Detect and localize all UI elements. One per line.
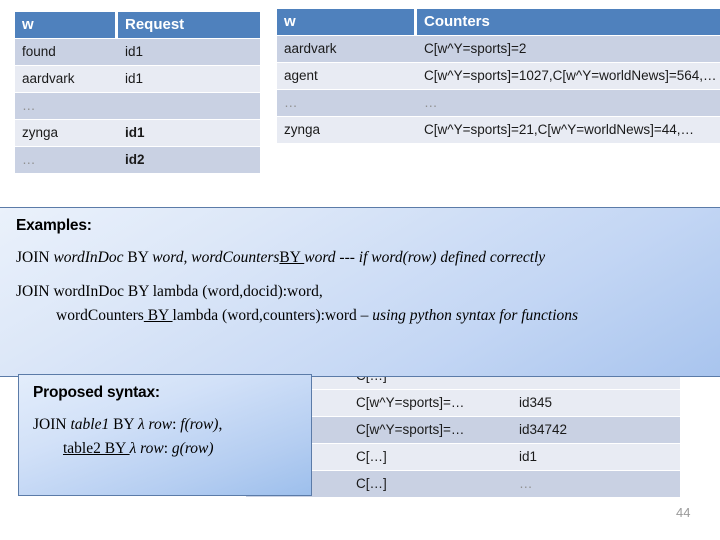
cell-request <box>118 93 260 119</box>
proposed-line2-i2: g(row) <box>171 440 214 457</box>
proposed-line-2: table2 BY λ row: g(row) <box>33 440 297 458</box>
table-row: aardvark C[w^Y=sports]=2 <box>277 36 720 62</box>
table-row: found id1 <box>15 39 260 65</box>
examples-line-1: JOIN wordInDoc BY word, wordCountersBY w… <box>16 249 710 267</box>
proposed-syntax-title: Proposed syntax: <box>33 384 160 401</box>
cell-w: … <box>15 93 115 119</box>
examples-line3-u1: BY <box>143 307 173 324</box>
cell-w: zynga <box>277 117 414 143</box>
examples-line2-p1: JOIN wordInDoc BY lambda (word,docid):wo… <box>16 283 323 300</box>
table-request-header-w: w <box>15 12 115 38</box>
examples-title: Examples: <box>16 217 92 234</box>
examples-line3-p1: wordCounters <box>56 307 144 324</box>
examples-line1-p2: BY <box>123 249 153 266</box>
table-row: agent C[w^Y=sports]=1027,C[w^Y=worldNews… <box>277 63 720 89</box>
cell-counters: C[w^Y=sports]=2 <box>417 36 720 62</box>
cell-counters: C[…] <box>349 471 509 497</box>
proposed-line1-p1: JOIN <box>33 416 71 433</box>
proposed-line1-i2: λ row <box>137 416 173 433</box>
cell-w: aardvark <box>277 36 414 62</box>
examples-line1-i1: wordInDoc <box>53 249 124 266</box>
examples-line-3: wordCounters BY lambda (word,counters):w… <box>16 307 710 325</box>
cell-docid: id1 <box>512 444 680 470</box>
table-word-request: w Request found id1 aardvark id1 … zynga… <box>15 11 260 174</box>
table-row: … <box>15 93 260 119</box>
proposed-line2-i1: λ row <box>129 440 164 457</box>
examples-line1-p1: JOIN <box>16 249 54 266</box>
table-row: zynga id1 <box>15 120 260 146</box>
examples-line1-p3: --- <box>339 249 359 266</box>
examples-line3-i1: using python syntax for functions <box>372 307 579 324</box>
cell-docid: id34742 <box>512 417 680 443</box>
proposed-line1-p4: , <box>218 416 223 433</box>
cell-docid: id345 <box>512 390 680 416</box>
cell-counters: C[w^Y=sports]=… <box>349 417 509 443</box>
table-counters-header-counters: Counters <box>417 9 720 35</box>
cell-counters: C[w^Y=sports]=21,C[w^Y=worldNews]=44,… <box>417 117 720 143</box>
table-row: zynga C[w^Y=sports]=21,C[w^Y=worldNews]=… <box>277 117 720 143</box>
cell-counters: C[…] <box>349 444 509 470</box>
cell-request: id1 <box>118 66 260 92</box>
examples-callout: Examples: JOIN wordInDoc BY word, wordCo… <box>0 207 720 377</box>
proposed-line-1: JOIN table1 BY λ row: f(row), <box>33 416 297 434</box>
proposed-line2-p1: : <box>163 440 172 457</box>
table-word-counters: w Counters aardvark C[w^Y=sports]=2 agen… <box>277 8 720 144</box>
cell-counters: C[w^Y=sports]=1027,C[w^Y=worldNews]=564,… <box>417 63 720 89</box>
examples-line1-i4: if word(row) defined correctly <box>358 249 546 266</box>
cell-w: aardvark <box>15 66 115 92</box>
examples-line1-i2: word, wordCounters <box>152 249 280 266</box>
cell-w: … <box>15 147 115 173</box>
cell-w: found <box>15 39 115 65</box>
cell-w: … <box>277 90 414 116</box>
proposed-syntax-callout: Proposed syntax: JOIN table1 BY λ row: f… <box>18 374 312 496</box>
table-counters-header-w: w <box>277 9 414 35</box>
table-row: … id2 <box>15 147 260 173</box>
proposed-line1-i3: f(row) <box>180 416 219 433</box>
proposed-line1-p2: BY <box>109 416 138 433</box>
table-row: … … <box>277 90 720 116</box>
proposed-line1-i1: table1 <box>70 416 110 433</box>
table-request-header-request: Request <box>118 12 260 38</box>
examples-line1-u1: BY <box>279 249 305 266</box>
examples-line1-i3: word <box>304 249 340 266</box>
table-request-header-row: w Request <box>15 12 260 38</box>
cell-w: zynga <box>15 120 115 146</box>
examples-line3-p2: lambda (word,counters):word – <box>172 307 373 324</box>
cell-counters: … <box>417 90 720 116</box>
proposed-line2-u1: table2 BY <box>63 440 130 457</box>
cell-request: id1 <box>118 120 260 146</box>
cell-request: id2 <box>118 147 260 173</box>
cell-counters: C[w^Y=sports]=… <box>349 390 509 416</box>
cell-w: agent <box>277 63 414 89</box>
table-row: aardvark id1 <box>15 66 260 92</box>
examples-line-2: JOIN wordInDoc BY lambda (word,docid):wo… <box>16 283 710 301</box>
slide-number: 44 <box>676 505 691 520</box>
cell-docid: … <box>512 471 680 497</box>
table-counters-header-row: w Counters <box>277 9 720 35</box>
cell-request: id1 <box>118 39 260 65</box>
